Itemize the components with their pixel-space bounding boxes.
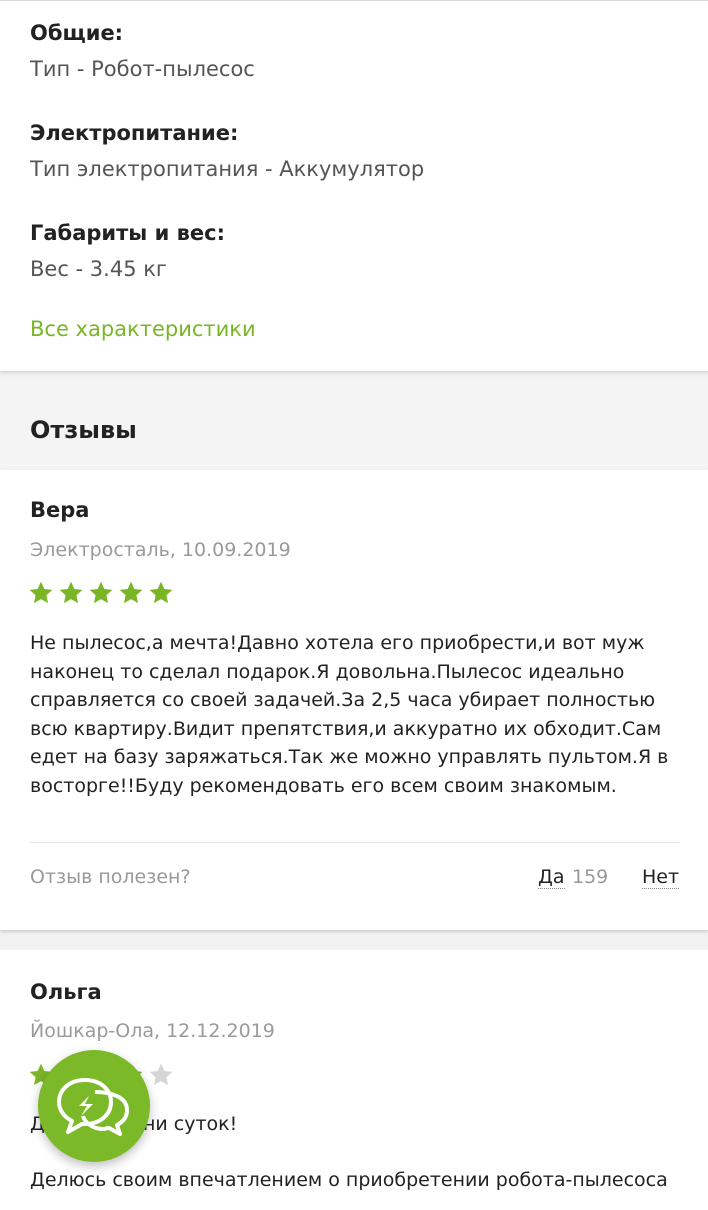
spec-value-type: Тип - Робот-пылесос (30, 57, 255, 81)
review-author: Вера (30, 498, 90, 522)
chat-button[interactable] (38, 1050, 150, 1162)
spec-heading-power: Электропитание: (30, 121, 239, 145)
star-filled-icon (59, 581, 83, 604)
review-author: Ольга (30, 980, 102, 1004)
star-filled-icon (119, 581, 143, 604)
vote-yes-button[interactable]: Да (538, 866, 565, 889)
spec-heading-dimensions: Габариты и вес: (30, 221, 226, 245)
review-text: Делюсь своим впечатлением о приобретении… (30, 1169, 668, 1191)
spec-heading-general: Общие: (30, 21, 124, 45)
all-specs-link[interactable]: Все характеристики (30, 317, 256, 341)
chat-bubbles-icon (57, 1078, 129, 1136)
star-filled-icon (29, 581, 53, 604)
specs-section: Общие: Тип - Робот-пылесос Электропитани… (0, 0, 708, 371)
review-meta: Йошкар-Ола, 12.12.2019 (30, 1020, 275, 1042)
star-empty-icon (149, 1063, 173, 1086)
review-meta: Электросталь, 10.09.2019 (30, 539, 291, 561)
star-filled-icon (149, 581, 173, 604)
vote-no-button[interactable]: Нет (642, 866, 680, 889)
vote-yes-count: 159 (572, 866, 609, 888)
spec-value-weight: Вес - 3.45 кг (30, 257, 167, 281)
spec-value-power: Тип электропитания - Аккумулятор (30, 157, 425, 181)
star-filled-icon (89, 581, 113, 604)
helpful-label: Отзыв полезен? (30, 866, 191, 888)
reviews-title: Отзывы (30, 416, 137, 444)
review-text: Не пылесос,а мечта!Давно хотела его прио… (30, 632, 669, 797)
rating-stars (28, 580, 174, 606)
divider (30, 842, 680, 843)
